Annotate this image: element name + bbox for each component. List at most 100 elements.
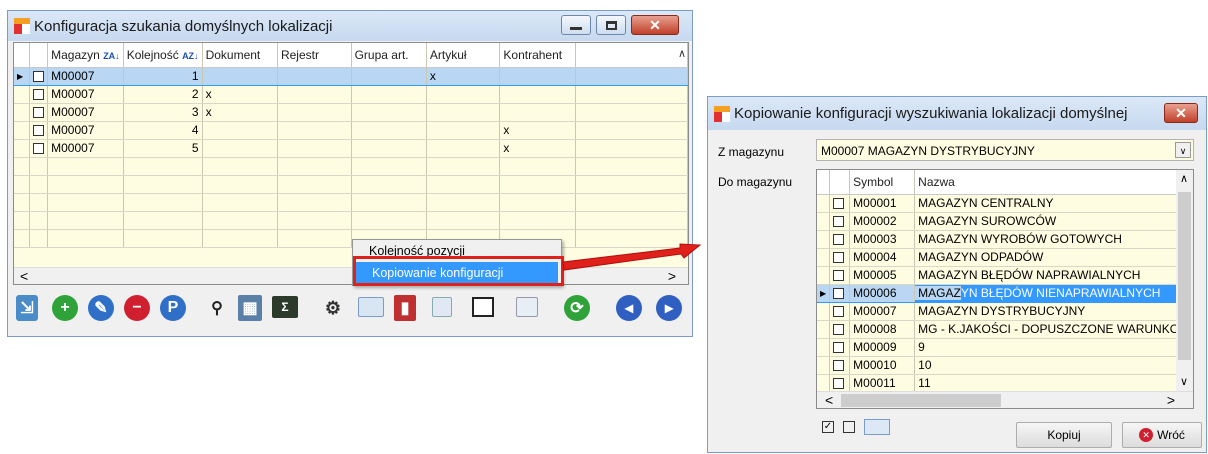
- row-pointer-icon: ▶: [14, 66, 31, 86]
- row-checkbox[interactable]: [833, 252, 845, 264]
- vertical-scrollbar[interactable]: ∧ ∨: [1176, 170, 1193, 392]
- back-button[interactable]: ✕ Wróć: [1122, 422, 1202, 448]
- toolbar: ⇲ + ✎ − P ⚲ ▦ Σ ⚙ ▮ ⟳ ◂ ▸: [8, 287, 692, 333]
- binoculars-icon[interactable]: ⚲: [204, 295, 230, 321]
- table-row: [14, 193, 688, 212]
- copy-config-icon[interactable]: [358, 297, 384, 317]
- scroll-down-icon[interactable]: ∨: [1180, 375, 1188, 388]
- row-checkbox[interactable]: [833, 306, 845, 318]
- app-icon: [14, 18, 30, 34]
- table-row-selected[interactable]: ▶ M00006 MAGAZYN BŁĘDÓW NIENAPRAWIALNYCH: [817, 283, 1184, 303]
- sort-az-icon: AZ↓: [182, 50, 199, 61]
- deselect-all-icon[interactable]: [843, 421, 855, 433]
- from-select[interactable]: M00007 MAGAZYN DYSTRYBUCYJNY ∨: [816, 139, 1194, 161]
- edit-icon[interactable]: ✎: [88, 295, 114, 321]
- table-row[interactable]: M00002 MAGAZYN SUROWCÓW: [817, 212, 1184, 231]
- sort-az-icon: ZA↓: [103, 50, 120, 61]
- copy-button[interactable]: Kopiuj: [1016, 422, 1112, 448]
- col-magazyn[interactable]: Magazyn ZA↓: [47, 43, 124, 68]
- horizontal-scrollbar[interactable]: < >: [817, 391, 1193, 408]
- select-all-icon[interactable]: ✓: [822, 421, 834, 433]
- row-checkbox[interactable]: [833, 342, 845, 354]
- p-icon[interactable]: P: [160, 295, 186, 321]
- table-row[interactable]: M00007 4 x: [14, 121, 688, 140]
- col-grupa[interactable]: Grupa art.: [351, 43, 427, 68]
- row-checkbox[interactable]: [833, 270, 845, 282]
- table-row[interactable]: M00003 MAGAZYN WYROBÓW GOTOWYCH: [817, 230, 1184, 249]
- chevron-down-icon[interactable]: ∨: [1175, 142, 1191, 158]
- col-artykul[interactable]: Artykuł: [426, 43, 501, 68]
- to-label: Do magazynu: [718, 175, 793, 189]
- add-icon[interactable]: +: [52, 295, 78, 321]
- row-checkbox[interactable]: [33, 107, 45, 119]
- col-dokument[interactable]: Dokument: [202, 43, 278, 68]
- from-label: Z magazynu: [718, 145, 785, 159]
- cancel-icon: ✕: [1139, 428, 1154, 442]
- maximize-button[interactable]: [596, 15, 626, 35]
- row-checkbox[interactable]: [33, 143, 45, 155]
- table-row[interactable]: M00007 MAGAZYN DYSTRYBUCYJNY: [817, 302, 1184, 321]
- minimize-button[interactable]: [561, 15, 591, 35]
- title-bar: Konfiguracja szukania domyślnych lokaliz…: [8, 11, 692, 41]
- table-row: [14, 175, 688, 194]
- warehouse-table: Symbol Nazwa M00001 MAGAZYN CENTRALNY M00…: [817, 170, 1184, 393]
- invert-selection-icon[interactable]: [864, 419, 890, 435]
- table-row[interactable]: M00008 MG - K.JAKOŚCI - DOPUSZCZONE WARUN…: [817, 320, 1184, 339]
- close-button[interactable]: ✕: [631, 15, 679, 35]
- table-row[interactable]: M00007 3 x: [14, 103, 688, 122]
- col-rejestr[interactable]: Rejestr: [277, 43, 352, 68]
- row-checkbox[interactable]: [33, 89, 45, 101]
- table-row: [14, 157, 688, 176]
- table-row: [14, 229, 688, 248]
- report-icon[interactable]: ▦: [238, 295, 262, 321]
- col-symbol[interactable]: Symbol: [849, 170, 916, 195]
- col-kontrahent[interactable]: Kontrahent: [499, 43, 577, 68]
- export-icon[interactable]: ⇲: [16, 295, 38, 321]
- network-icon[interactable]: ⚙: [320, 295, 346, 321]
- sum-icon[interactable]: Σ: [272, 296, 298, 318]
- table-row: [14, 211, 688, 230]
- row-checkbox[interactable]: [33, 125, 45, 137]
- row-checkbox[interactable]: [833, 216, 845, 228]
- grid-icon[interactable]: [432, 297, 452, 317]
- row-checkbox[interactable]: [833, 324, 845, 336]
- scroll-left-icon[interactable]: <: [825, 392, 833, 408]
- table-row[interactable]: M00007 2 x: [14, 85, 688, 104]
- close-icon: ✕: [1175, 104, 1187, 121]
- scroll-up-icon[interactable]: ∧: [678, 47, 686, 60]
- scroll-left-icon[interactable]: <: [20, 268, 28, 284]
- table-row[interactable]: M00005 MAGAZYN BŁĘDÓW NAPRAWIALNYCH: [817, 266, 1184, 285]
- table-row[interactable]: M00009 9: [817, 338, 1184, 357]
- scroll-thumb[interactable]: [1178, 192, 1191, 360]
- row-checkbox[interactable]: [833, 288, 845, 300]
- table-row[interactable]: M00010 10: [817, 356, 1184, 375]
- row-checkbox[interactable]: [833, 378, 845, 390]
- scroll-right-icon[interactable]: >: [1167, 392, 1175, 408]
- table-row[interactable]: ▶ M00007 1 x: [14, 66, 688, 86]
- col-nazwa[interactable]: Nazwa: [914, 170, 1184, 195]
- maximize-icon: [605, 20, 617, 30]
- window-title: Kopiowanie konfiguracji wyszukiwania lok…: [734, 105, 1128, 122]
- row-checkbox[interactable]: [833, 360, 845, 372]
- prev-icon[interactable]: ◂: [616, 295, 642, 321]
- scroll-up-icon[interactable]: ∧: [1180, 172, 1188, 185]
- scroll-right-icon[interactable]: >: [668, 268, 676, 284]
- col-kolejnosc[interactable]: Kolejność AZ↓: [123, 43, 203, 68]
- row-checkbox[interactable]: [33, 71, 45, 83]
- window2-icon[interactable]: [516, 297, 538, 317]
- close-button[interactable]: ✕: [1164, 103, 1198, 123]
- refresh-icon[interactable]: ⟳: [564, 295, 590, 321]
- table-row[interactable]: M00007 5 x: [14, 139, 688, 158]
- row-checkbox[interactable]: [833, 234, 845, 246]
- table-row[interactable]: M00001 MAGAZYN CENTRALNY: [817, 194, 1184, 213]
- window-icon[interactable]: [472, 297, 494, 317]
- row-checkbox[interactable]: [833, 198, 845, 210]
- table-row[interactable]: M00011 11: [817, 374, 1184, 393]
- table-row[interactable]: M00004 MAGAZYN ODPADÓW: [817, 248, 1184, 267]
- chart-icon[interactable]: ▮: [394, 295, 416, 321]
- scroll-thumb[interactable]: [841, 394, 1001, 407]
- window-konfiguracja: Konfiguracja szukania domyślnych lokaliz…: [7, 10, 693, 337]
- next-icon[interactable]: ▸: [656, 295, 682, 321]
- config-grid: Magazyn ZA↓ Kolejność AZ↓ Dokument Rejes…: [13, 42, 689, 285]
- delete-icon[interactable]: −: [124, 295, 150, 321]
